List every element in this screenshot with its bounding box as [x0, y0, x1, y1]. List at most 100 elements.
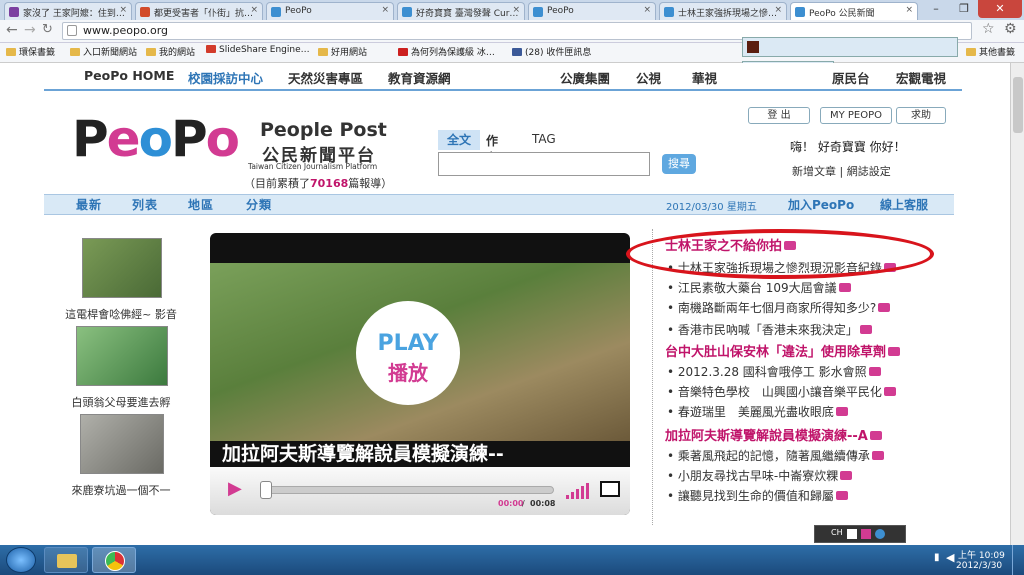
seek-handle[interactable] — [260, 481, 272, 499]
close-tab-icon[interactable]: × — [381, 5, 389, 15]
bookmark-item[interactable]: SlideShare Engine… — [206, 45, 310, 55]
volume-tray-icon[interactable]: ◀ — [946, 551, 954, 564]
taskbar-explorer-button[interactable] — [44, 547, 88, 573]
nav-link-campus[interactable]: 校園採訪中心 — [188, 68, 263, 87]
browser-tab-2[interactable]: 都更受害者「仆街」抗… × — [135, 2, 263, 20]
language-bar[interactable]: CH — [814, 525, 906, 543]
news-title[interactable]: 香港市民吶喊「香港未來我決定」 — [678, 323, 858, 337]
thumbnail-image[interactable] — [82, 238, 162, 298]
minimize-window-icon[interactable]: – — [922, 0, 950, 18]
clock-time[interactable]: 上午 10:09 — [958, 548, 1005, 561]
close-tab-icon[interactable]: × — [250, 5, 258, 15]
thumbnail-caption[interactable]: 來鹿寮坑過一個不一 — [44, 482, 198, 498]
news-title[interactable]: 小朋友尋找古早味-中崙寮炊粿 — [678, 469, 838, 483]
news-item[interactable]: • 春遊瑞里 美麗風光盡收眼底 — [667, 403, 848, 420]
my-peopo-button[interactable]: MY PEOPO — [820, 107, 892, 124]
region-button[interactable]: 地區 — [188, 196, 214, 213]
browser-tab-6[interactable]: 士林王家強拆現場之慘… × — [659, 2, 787, 20]
thumbnail-image[interactable] — [80, 414, 164, 474]
news-item[interactable]: • 乘著風飛起的記憶，隨著風繼續傳承 — [667, 447, 884, 464]
nav-link-macro-tv[interactable]: 宏觀電視 — [896, 68, 946, 87]
forward-arrow-icon[interactable]: → — [24, 22, 36, 38]
nav-link-disaster[interactable]: 天然災害專區 — [288, 68, 363, 87]
help-button[interactable]: 求助 — [896, 107, 946, 124]
news-title[interactable]: 音樂特色學校 山興國小讓音樂平民化 — [678, 385, 882, 399]
join-peopo-button[interactable]: 加入PeoPo — [788, 196, 854, 213]
reload-icon[interactable]: ↻ — [42, 22, 53, 37]
close-tab-icon[interactable]: × — [512, 5, 520, 15]
nav-link-cts[interactable]: 華視 — [692, 68, 717, 87]
bookmark-item[interactable]: 環保書籤 — [6, 45, 55, 58]
online-service-button[interactable]: 線上客服 — [880, 196, 928, 213]
video-player[interactable]: PLAY 播放 加拉阿夫斯導覽解說員模擬演練-- ▶ 00:00 / 00:08 — [210, 233, 630, 515]
browser-tab-5[interactable]: PeoPo × — [528, 2, 656, 20]
blog-settings-link[interactable]: 網誌設定 — [847, 165, 891, 178]
news-headline[interactable]: 加拉阿夫斯導覽解說員模擬演練--A — [665, 425, 882, 444]
news-title[interactable]: 讓聽見找到生命的價值和歸屬 — [678, 489, 834, 503]
browser-tab-7-active[interactable]: PeoPo 公民新聞 × — [790, 2, 918, 21]
category-button[interactable]: 分類 — [246, 196, 272, 213]
close-tab-icon[interactable]: × — [643, 5, 651, 15]
bookmark-item[interactable]: 好用網站 — [318, 45, 367, 58]
other-bookmarks[interactable]: 其他書籤 — [966, 45, 1015, 58]
new-article-link[interactable]: 新增文章 — [792, 165, 836, 178]
news-item[interactable]: • 香港市民吶喊「香港未來我決定」 — [667, 321, 872, 338]
list-button[interactable]: 列表 — [132, 196, 158, 213]
show-desktop-button[interactable] — [1012, 545, 1024, 575]
wrench-menu-icon[interactable]: ⚙ — [1004, 21, 1017, 37]
clock-date[interactable]: 2012/3/30 — [956, 561, 1002, 571]
nav-link-pts[interactable]: 公視 — [636, 68, 661, 87]
news-item[interactable]: • 南機路斷兩年七個月商家所得知多少? — [667, 299, 891, 316]
news-title[interactable]: 台中大肚山保安林「違法」使用除草劑 — [665, 345, 886, 360]
search-button[interactable]: 搜尋 — [662, 154, 696, 174]
play-icon[interactable]: ▶ — [228, 478, 242, 499]
nav-link-education[interactable]: 教育資源網 — [388, 68, 451, 87]
news-item[interactable]: • 小朋友尋找古早味-中崙寮炊粿 — [667, 467, 853, 484]
bookmark-item[interactable]: 入口新聞網站 — [70, 45, 137, 58]
close-tab-icon[interactable]: × — [774, 5, 782, 15]
restore-window-icon[interactable]: ❐ — [950, 0, 978, 18]
search-tab-tag[interactable]: TAG — [532, 132, 556, 146]
page-scrollbar[interactable] — [1010, 63, 1024, 545]
close-tab-icon[interactable]: × — [119, 5, 127, 15]
play-button-bubble[interactable]: PLAY 播放 — [356, 301, 460, 405]
scrollbar-thumb[interactable] — [1013, 77, 1023, 133]
bookmark-star-icon[interactable]: ☆ — [982, 21, 995, 37]
help-icon[interactable] — [875, 529, 885, 539]
news-title[interactable]: 南機路斷兩年七個月商家所得知多少? — [678, 301, 876, 315]
news-title[interactable]: 乘著風飛起的記憶，隨著風繼續傳承 — [678, 449, 870, 463]
peopo-logo[interactable]: PeoPo — [72, 111, 248, 167]
taskbar-chrome-button[interactable] — [92, 547, 136, 573]
browser-tab-1[interactable]: 家沒了 王家阿嬤：住到… × — [4, 2, 132, 20]
thumbnail-caption[interactable]: 白頭翁父母要進去孵 — [44, 394, 198, 410]
thumbnail-caption[interactable]: 這電桿會唸佛經~ 影音 — [44, 306, 198, 322]
seek-bar[interactable] — [264, 486, 554, 494]
news-title[interactable]: 2012.3.28 國科會哦停工 影水會照 — [678, 365, 867, 379]
latest-button[interactable]: 最新 — [76, 196, 102, 213]
bookmark-item[interactable]: (28) 收件匣訊息 — [512, 45, 591, 58]
thumbnail-image[interactable] — [76, 326, 168, 386]
close-tab-icon[interactable]: × — [905, 5, 913, 15]
volume-icon[interactable] — [566, 481, 592, 499]
news-item[interactable]: • 音樂特色學校 山興國小讓音樂平民化 — [667, 383, 896, 400]
news-item[interactable]: • 2012.3.28 國科會哦停工 影水會照 — [667, 363, 881, 380]
search-input[interactable] — [438, 152, 650, 176]
start-button[interactable] — [6, 547, 36, 573]
logout-button[interactable]: 登 出 — [748, 107, 810, 124]
browser-tab-4[interactable]: 好奇寶寶 臺灣發聲 Cur… × — [397, 2, 525, 20]
nav-link-peopo-home[interactable]: PeoPo HOME — [84, 68, 174, 83]
nav-link-pbs-group[interactable]: 公廣集團 — [560, 68, 610, 87]
ime-icon[interactable] — [861, 529, 871, 539]
news-item[interactable]: • 讓聽見找到生命的價值和歸屬 — [667, 487, 848, 504]
news-item[interactable]: • 江民素敬大藥台 109大屆會議 — [667, 279, 851, 296]
browser-tab-3[interactable]: PeoPo × — [266, 2, 394, 20]
news-title[interactable]: 江民素敬大藥台 109大屆會議 — [678, 281, 837, 295]
language-indicator[interactable]: CH — [831, 528, 843, 537]
back-arrow-icon[interactable]: ← — [6, 22, 18, 38]
bookmark-item[interactable]: 我的網站 — [146, 45, 195, 58]
close-window-icon[interactable]: ✕ — [978, 0, 1022, 18]
fullscreen-icon[interactable] — [600, 481, 620, 497]
news-title[interactable]: 加拉阿夫斯導覽解說員模擬演練--A — [665, 429, 868, 444]
bookmark-item[interactable]: 為何列為保護級 冰… — [398, 45, 495, 58]
network-icon[interactable]: ▮ — [934, 552, 940, 563]
